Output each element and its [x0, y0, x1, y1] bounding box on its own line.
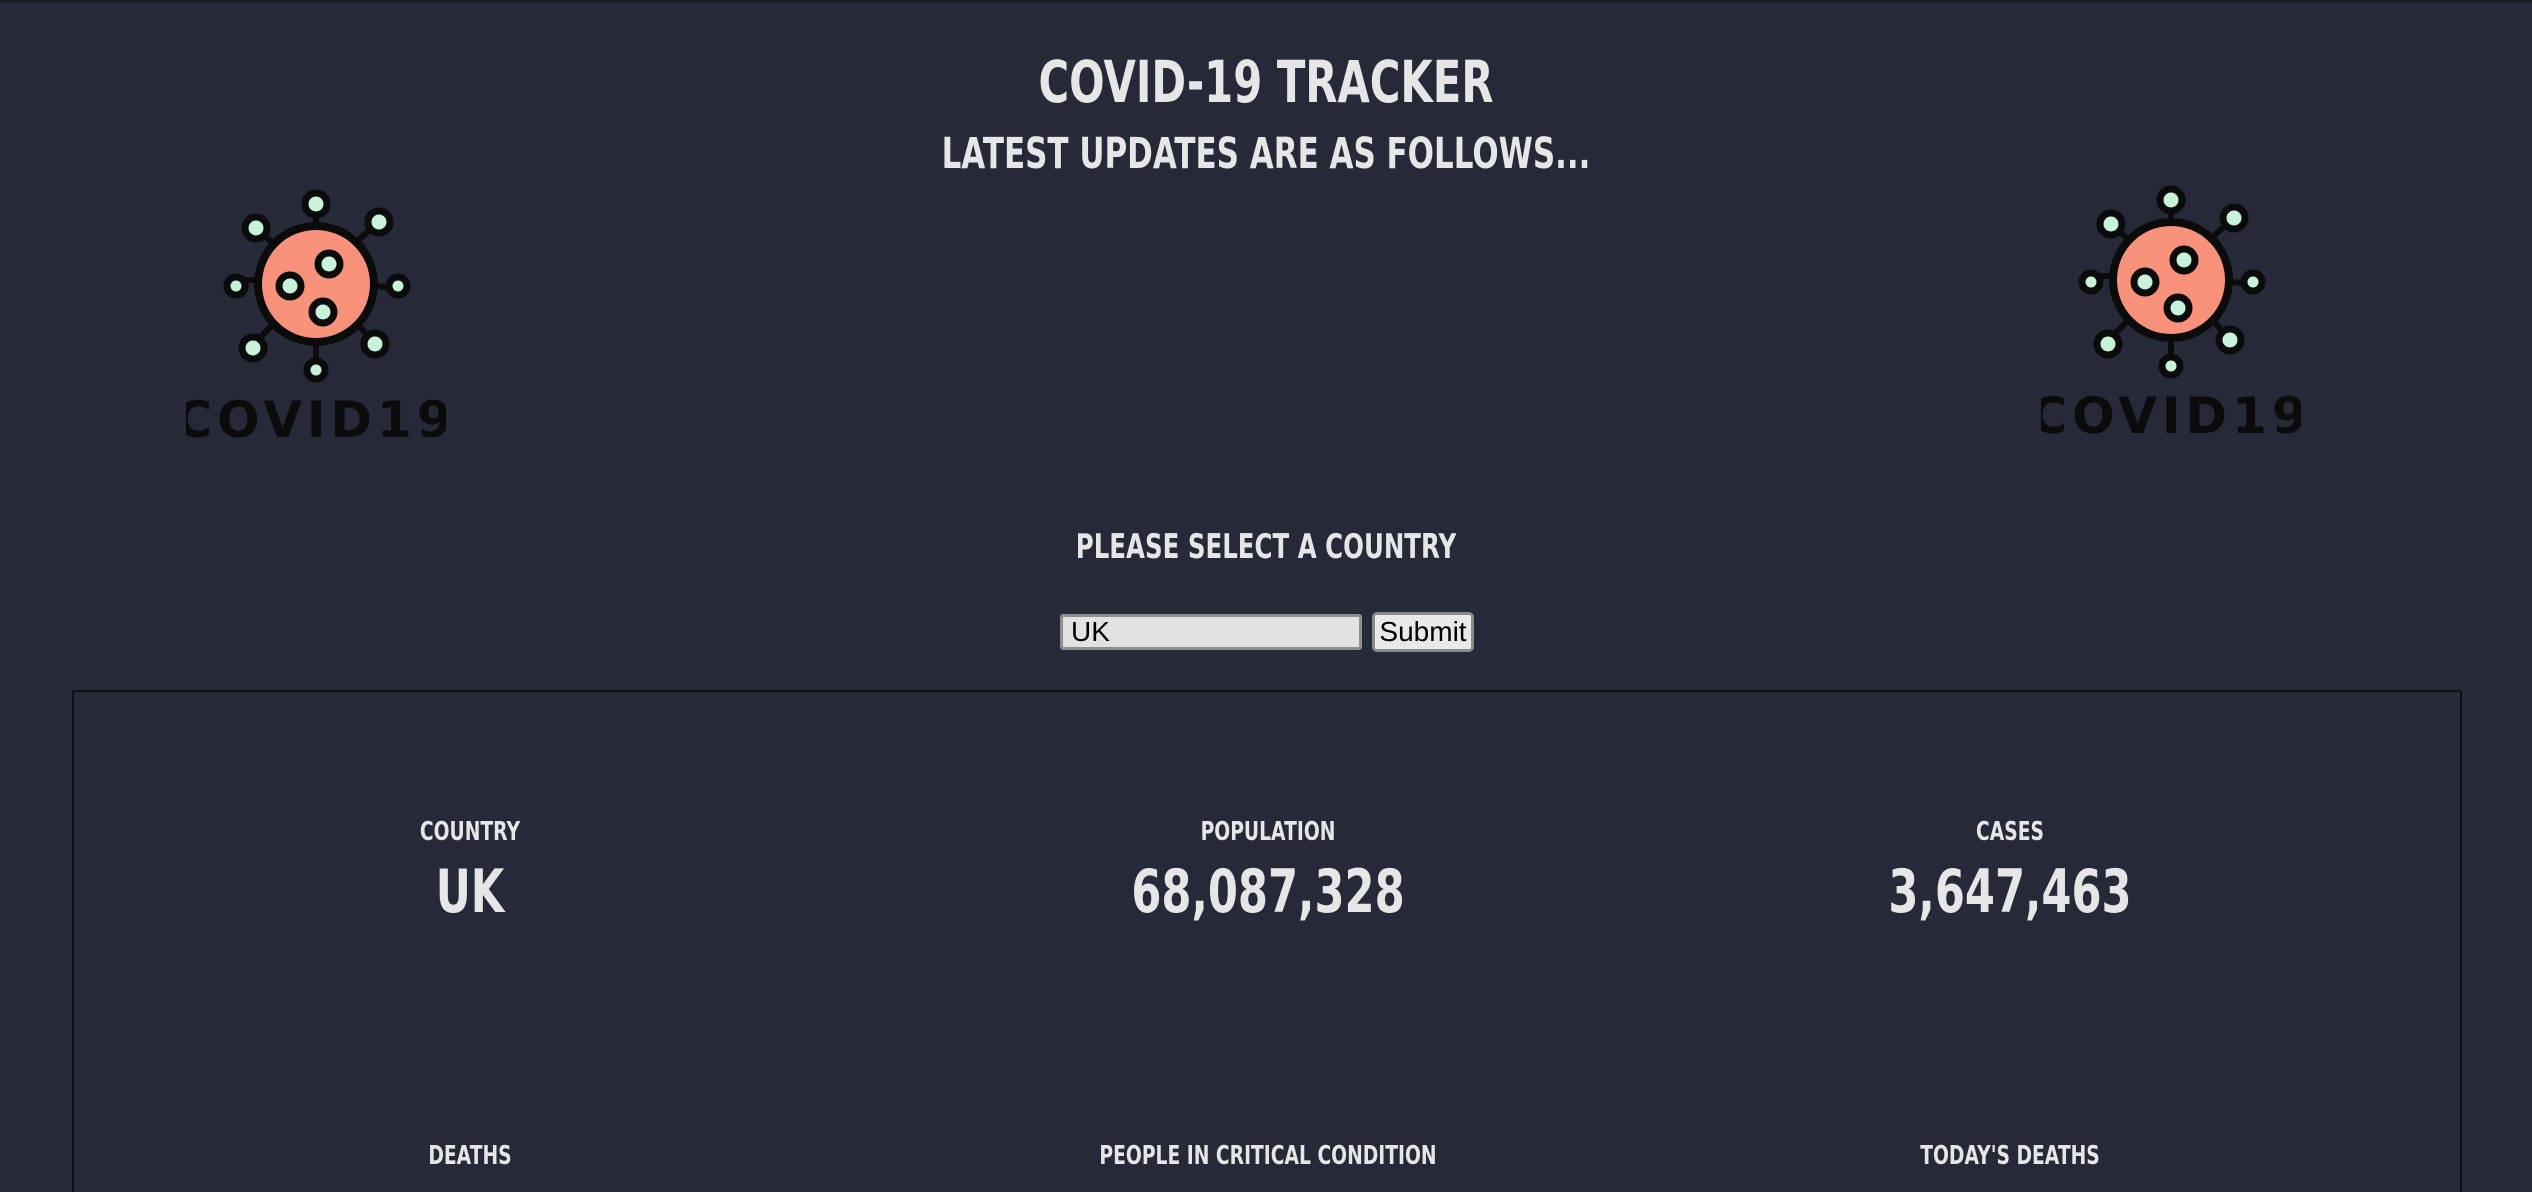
logo-text: COVID19: [186, 391, 446, 440]
stat-population-label: Population: [1200, 817, 1336, 847]
stat-deaths-label: Deaths: [428, 1141, 512, 1171]
stat-cases-value: 3,647,463: [1888, 857, 2132, 927]
covid19-logo-right: COVID19: [2041, 176, 2301, 436]
submit-button[interactable]: Submit: [1372, 612, 1474, 652]
window-top-edge: [0, 0, 2532, 3]
covid19-logo-left: COVID19: [186, 180, 446, 440]
country-select-label: Please select a country: [1075, 527, 1457, 567]
stat-country-value: UK: [435, 857, 505, 927]
stat-today-deaths-label: Today's deaths: [1920, 1141, 2100, 1171]
country-input[interactable]: [1060, 614, 1362, 650]
stat-cases-label: Cases: [1976, 817, 2044, 847]
stat-critical-label: People in critical condition: [1099, 1141, 1437, 1171]
stat-population-value: 68,087,328: [1131, 857, 1405, 927]
stat-country-label: Country: [419, 817, 521, 847]
covid19-virus-icon: COVID19: [2041, 185, 2301, 436]
page-title: COVID-19 Tracker: [1038, 48, 1494, 116]
stats-panel: Country UK Population 68,087,328 Cases 3…: [72, 690, 2462, 1192]
page-subtitle: Latest updates are as follows...: [941, 129, 1591, 179]
logo-text: COVID19: [2041, 387, 2301, 436]
covid19-virus-icon: COVID19: [186, 189, 446, 440]
